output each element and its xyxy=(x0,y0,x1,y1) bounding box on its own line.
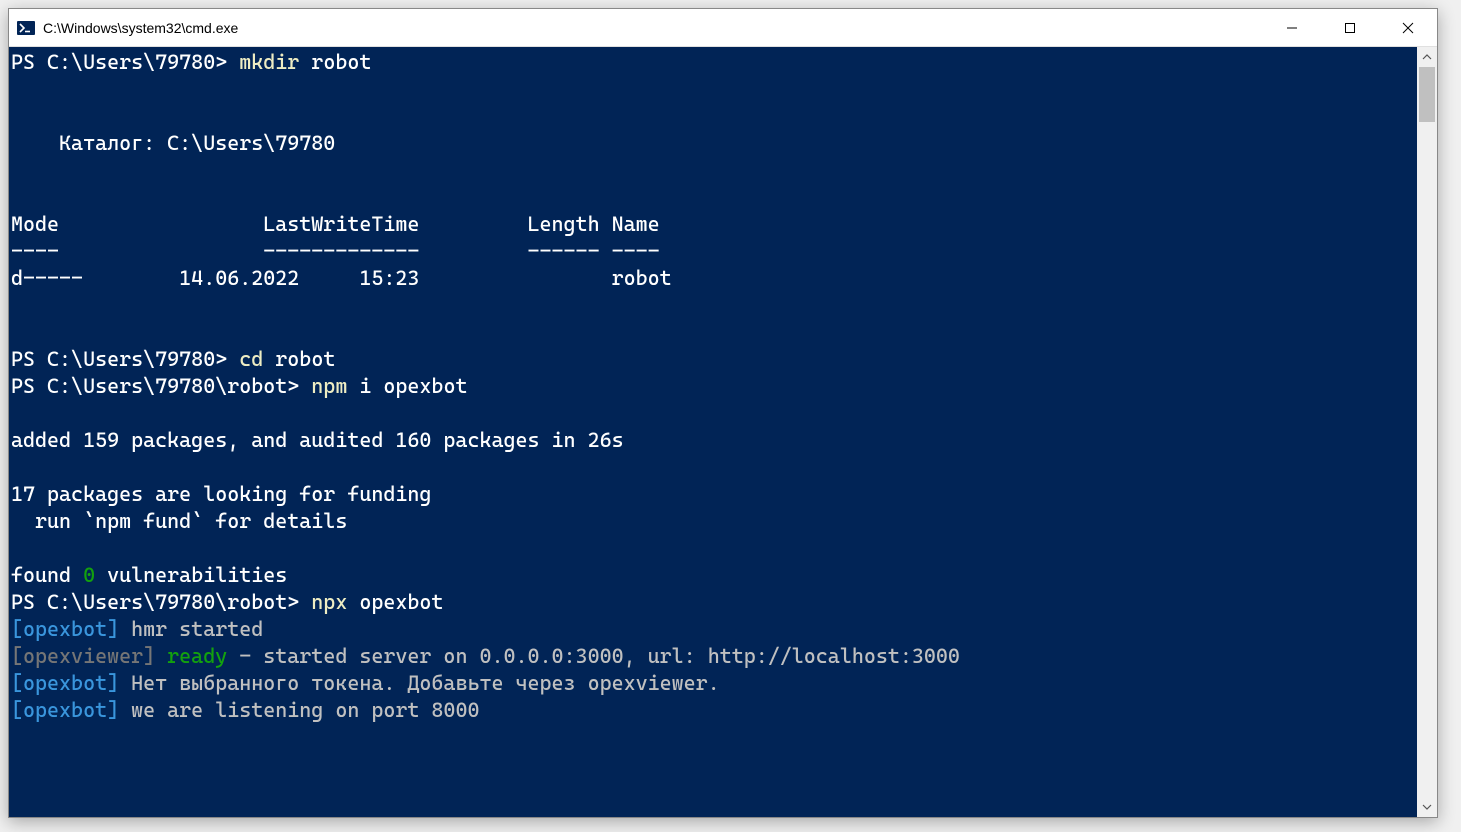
msg-hmr: hmr started xyxy=(119,617,263,641)
scrollbar-track[interactable] xyxy=(1417,67,1437,797)
dir-row: d----- 14.06.2022 15:23 robot xyxy=(11,266,672,290)
arg-opexbot: opexbot xyxy=(347,590,443,614)
bot-listen: [opexbot] we are listening on port 8000 xyxy=(11,698,479,722)
npm-added: added 159 packages, and audited 160 pack… xyxy=(11,428,624,452)
blank-line xyxy=(11,104,23,128)
msg-token: Нет выбранного токена. Добавьте через op… xyxy=(119,671,720,695)
blank-line xyxy=(11,185,23,209)
scrollbar[interactable] xyxy=(1417,47,1437,817)
powershell-icon xyxy=(17,19,35,37)
tag-opexbot: [opexbot] xyxy=(11,617,119,641)
prompt: PS C:\Users\79780> xyxy=(11,347,239,371)
blank-line xyxy=(11,401,23,425)
viewer-ready: [opexviewer] ready - started server on 0… xyxy=(11,644,960,668)
close-button[interactable] xyxy=(1379,9,1437,46)
command-mkdir: mkdir xyxy=(239,50,299,74)
line-prompt-1: PS C:\Users\79780> mkdir robot xyxy=(11,50,371,74)
blank-line xyxy=(11,77,23,101)
npm-funding-2: run `npm fund` for details xyxy=(11,509,347,533)
line-prompt-2: PS C:\Users\79780> cd robot xyxy=(11,347,335,371)
arg-i-opexbot: i opexbot xyxy=(347,374,467,398)
cmd-window: C:\Windows\system32\cmd.exe PS C:\Users\… xyxy=(8,8,1438,818)
scrollbar-thumb[interactable] xyxy=(1419,67,1435,122)
msg-listen: we are listening on port 8000 xyxy=(119,698,479,722)
line-prompt-3: PS C:\Users\79780\robot> npm i opexbot xyxy=(11,374,467,398)
scroll-up-icon[interactable] xyxy=(1417,47,1437,67)
prompt: PS C:\Users\79780> xyxy=(11,50,239,74)
terminal-output[interactable]: PS C:\Users\79780> mkdir robot Каталог: … xyxy=(9,47,1417,817)
scroll-down-icon[interactable] xyxy=(1417,797,1437,817)
titlebar[interactable]: C:\Windows\system32\cmd.exe xyxy=(9,9,1437,47)
dir-header: Mode LastWriteTime Length Name xyxy=(11,212,660,236)
window-title: C:\Windows\system32\cmd.exe xyxy=(43,20,1263,36)
minimize-button[interactable] xyxy=(1263,9,1321,46)
blank-line xyxy=(11,320,23,344)
dir-label: Каталог: C:\Users\79780 xyxy=(11,131,335,155)
arg-robot: robot xyxy=(263,347,335,371)
blank-line xyxy=(11,536,23,560)
line-prompt-4: PS C:\Users\79780\robot> npx opexbot xyxy=(11,590,443,614)
command-npm: npm xyxy=(311,374,347,398)
found-pre: found xyxy=(11,563,83,587)
ready-word: ready xyxy=(155,644,227,668)
ready-post: - started server on 0.0.0.0:3000, url: h… xyxy=(227,644,960,668)
found-post: vulnerabilities xyxy=(95,563,287,587)
blank-line xyxy=(11,158,23,182)
prompt: PS C:\Users\79780\robot> xyxy=(11,374,311,398)
command-cd: cd xyxy=(239,347,263,371)
npm-found: found 0 vulnerabilities xyxy=(11,563,287,587)
terminal-area: PS C:\Users\79780> mkdir robot Каталог: … xyxy=(9,47,1437,817)
blank-line xyxy=(11,293,23,317)
found-zero: 0 xyxy=(83,563,95,587)
bot-token: [opexbot] Нет выбранного токена. Добавьт… xyxy=(11,671,720,695)
blank-line xyxy=(11,455,23,479)
maximize-button[interactable] xyxy=(1321,9,1379,46)
tag-opexbot: [opexbot] xyxy=(11,671,119,695)
prompt: PS C:\Users\79780\robot> xyxy=(11,590,311,614)
npm-funding-1: 17 packages are looking for funding xyxy=(11,482,431,506)
tag-opexviewer: [opexviewer] xyxy=(11,644,155,668)
arg-robot: robot xyxy=(299,50,371,74)
dir-divider: ---- ------------- ------ ---- xyxy=(11,239,660,263)
bot-hmr: [opexbot] hmr started xyxy=(11,617,263,641)
command-npx: npx xyxy=(311,590,347,614)
tag-opexbot: [opexbot] xyxy=(11,698,119,722)
titlebar-controls xyxy=(1263,9,1437,46)
